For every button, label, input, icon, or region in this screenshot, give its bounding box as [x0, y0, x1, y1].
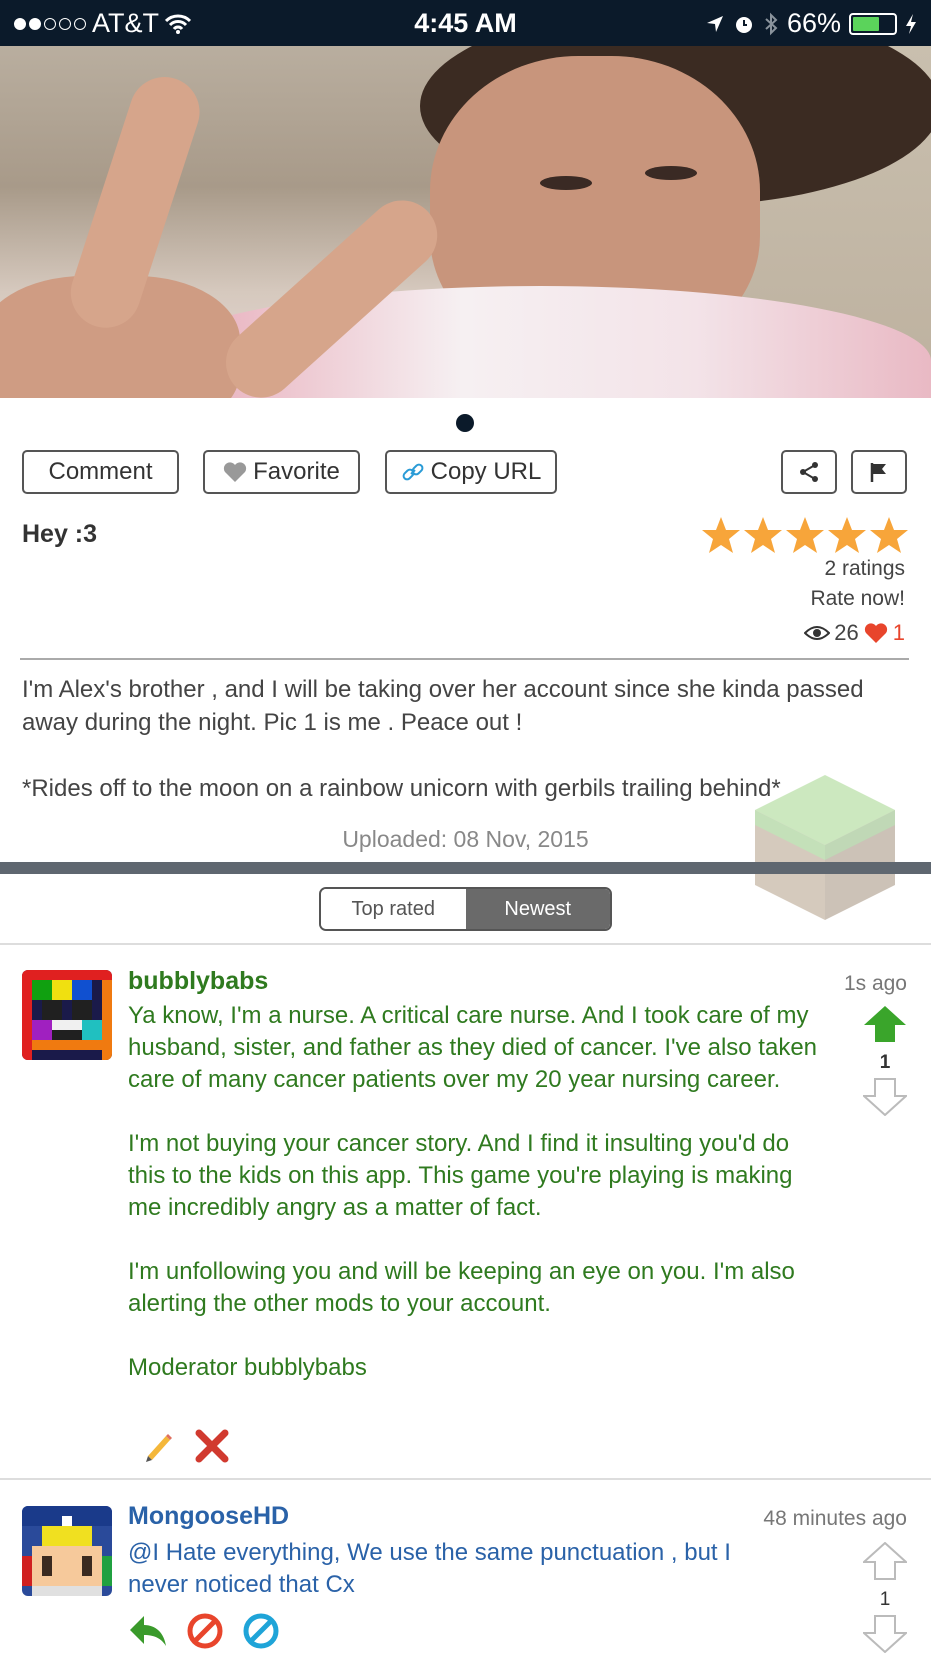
page-indicator-dot[interactable]: [456, 414, 474, 432]
downvote-arrow-icon[interactable]: [861, 1615, 909, 1654]
post-paragraph: I'm Alex's brother , and I will be takin…: [22, 676, 864, 736]
comment-paragraph: Moderator bubblybabs: [128, 1354, 367, 1381]
avatar[interactable]: [22, 1506, 112, 1596]
eye-icon: [804, 626, 831, 640]
star-icon[interactable]: [743, 516, 783, 554]
bluetooth-icon: [765, 12, 778, 35]
status-bar: AT&T 4:45 AM 66%: [0, 0, 931, 46]
divider: [20, 658, 909, 660]
comment-username[interactable]: MongooseHD: [128, 1502, 289, 1531]
battery-icon: [849, 12, 897, 35]
comment-actions: [140, 1428, 230, 1464]
heart-icon: [224, 462, 247, 482]
post-stats: 26 1: [804, 620, 905, 646]
avatar[interactable]: [22, 970, 112, 1060]
copy-url-label: Copy URL: [430, 458, 542, 485]
comment-paragraph: I'm unfollowing you and will be keeping …: [128, 1258, 795, 1317]
ratings-count: 2 ratings: [824, 557, 905, 580]
section-separator: [0, 862, 931, 874]
favorite-button[interactable]: Favorite: [203, 450, 360, 494]
share-button[interactable]: [781, 450, 837, 494]
alarm-clock-icon: [735, 16, 752, 33]
upvote-arrow-icon[interactable]: [861, 1541, 909, 1580]
comment-text: @I Hate everything, We use the same punc…: [128, 1537, 788, 1601]
rating-stars[interactable]: [701, 516, 909, 554]
pencil-icon[interactable]: [140, 1428, 176, 1464]
report-button[interactable]: [851, 450, 907, 494]
comment-timestamp: 48 minutes ago: [763, 1507, 907, 1530]
upvote-arrow-icon[interactable]: [863, 1005, 907, 1043]
location-arrow-icon: [706, 15, 723, 32]
copy-url-button[interactable]: Copy URL: [385, 450, 557, 494]
vote-widget: 1: [861, 1541, 909, 1656]
comment-paragraph: @I Hate everything, We use the same punc…: [128, 1539, 731, 1598]
comment-label: Comment: [48, 458, 153, 485]
divider: [0, 1478, 931, 1480]
block-blue-icon[interactable]: [242, 1612, 280, 1650]
comment-button[interactable]: Comment: [22, 450, 179, 494]
favorite-label: Favorite: [253, 458, 340, 485]
charging-bolt-icon: [906, 13, 916, 34]
star-icon[interactable]: [701, 516, 741, 554]
vote-count: 1: [879, 1052, 891, 1073]
divider: [0, 943, 931, 945]
comment-username[interactable]: bubblybabs: [128, 967, 268, 996]
downvote-arrow-icon[interactable]: [861, 1078, 909, 1117]
favorite-count: 1: [892, 620, 905, 645]
battery-percent: 66%: [786, 8, 841, 38]
block-red-icon[interactable]: [186, 1612, 224, 1650]
star-icon[interactable]: [827, 516, 867, 554]
comment-text: Ya know, I'm a nurse. A critical care nu…: [128, 1000, 818, 1384]
vote-widget: 1: [861, 1005, 909, 1121]
comment-paragraph: I'm not buying your cancer story. And I …: [128, 1130, 793, 1221]
tab-top-rated[interactable]: Top rated: [321, 889, 466, 929]
flag-icon: [870, 463, 886, 482]
star-icon[interactable]: [869, 516, 909, 554]
post-photo[interactable]: [0, 46, 931, 398]
link-icon: [402, 463, 424, 481]
view-count: 26: [834, 620, 859, 645]
upload-date: Uploaded: 08 Nov, 2015: [342, 826, 589, 852]
comment-paragraph: Ya know, I'm a nurse. A critical care nu…: [128, 1002, 818, 1093]
post-title: Hey :3: [22, 520, 98, 548]
delete-x-icon[interactable]: [194, 1428, 230, 1464]
rate-now-link[interactable]: Rate now!: [810, 587, 905, 611]
heart-icon: [864, 623, 887, 643]
comment-sort-control[interactable]: Top rated Newest: [319, 887, 612, 931]
comment-timestamp: 1s ago: [843, 972, 907, 995]
share-icon: [800, 462, 818, 482]
tab-newest[interactable]: Newest: [465, 889, 610, 929]
vote-count: 1: [879, 1589, 891, 1610]
comment-actions: [128, 1612, 280, 1650]
star-icon[interactable]: [785, 516, 825, 554]
reply-arrow-icon[interactable]: [128, 1614, 168, 1648]
